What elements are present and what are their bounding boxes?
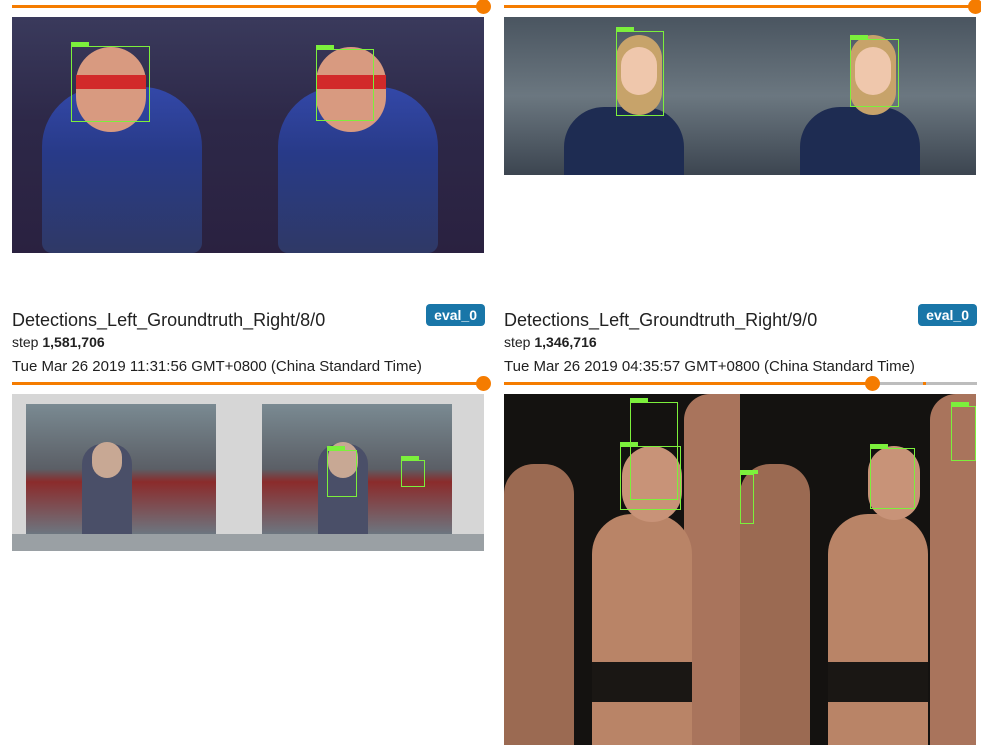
groundtruth-box xyxy=(870,444,915,509)
timestamp: Tue Mar 26 2019 11:31:56 GMT+0800 (China… xyxy=(12,358,422,375)
step-slider[interactable] xyxy=(504,0,981,14)
timestamp: Tue Mar 26 2019 04:35:57 GMT+0800 (China… xyxy=(504,358,915,375)
card-title: Detections_Left_Groundtruth_Right/8/0 xyxy=(12,310,326,330)
detection-image[interactable] xyxy=(12,394,485,551)
card-title: Detections_Left_Groundtruth_Right/9/0 xyxy=(504,310,818,330)
step-label: step xyxy=(12,334,39,350)
image-card-top-left xyxy=(12,0,491,260)
image-card-top-right xyxy=(504,0,981,180)
groundtruth-box xyxy=(327,446,357,497)
groundtruth-half xyxy=(248,17,484,253)
detection-box xyxy=(616,27,664,116)
image-card-9: Detections_Left_Groundtruth_Right/9/0 ev… xyxy=(504,304,977,745)
run-badge: eval_0 xyxy=(426,304,485,326)
groundtruth-half xyxy=(248,394,484,551)
slider-thumb[interactable] xyxy=(476,376,491,391)
groundtruth-box xyxy=(740,470,758,524)
groundtruth-box xyxy=(951,402,976,461)
groundtruth-box xyxy=(401,456,425,487)
step-label: step xyxy=(504,334,531,350)
image-card-8: Detections_Left_Groundtruth_Right/8/0 ev… xyxy=(12,304,491,560)
slider-tick xyxy=(923,382,926,385)
groundtruth-box xyxy=(850,35,899,107)
slider-track-fill xyxy=(504,5,977,8)
step-value: 1,346,716 xyxy=(534,334,597,350)
step-value: 1,581,706 xyxy=(42,334,105,350)
detections-half xyxy=(504,394,740,745)
groundtruth-half xyxy=(740,17,976,175)
step-slider[interactable] xyxy=(12,0,491,14)
slider-track-fill xyxy=(12,5,485,8)
groundtruth-half xyxy=(740,394,976,745)
slider-track-fill xyxy=(12,382,485,385)
detection-box xyxy=(630,398,678,500)
slider-thumb[interactable] xyxy=(968,0,981,14)
step-line: step 1,346,716 xyxy=(504,334,597,350)
detection-box xyxy=(71,42,150,122)
groundtruth-box xyxy=(316,45,374,121)
detection-image[interactable] xyxy=(504,17,977,175)
slider-track-fill xyxy=(504,382,872,385)
step-slider[interactable] xyxy=(12,376,491,391)
detections-half xyxy=(504,17,740,175)
step-slider[interactable] xyxy=(504,376,977,391)
detection-image[interactable] xyxy=(504,394,977,745)
detection-image[interactable] xyxy=(12,17,485,253)
slider-thumb[interactable] xyxy=(476,0,491,14)
detections-half xyxy=(12,17,248,253)
step-line: step 1,581,706 xyxy=(12,334,105,350)
slider-thumb[interactable] xyxy=(865,376,880,391)
detections-half xyxy=(12,394,248,551)
run-badge: eval_0 xyxy=(918,304,977,326)
